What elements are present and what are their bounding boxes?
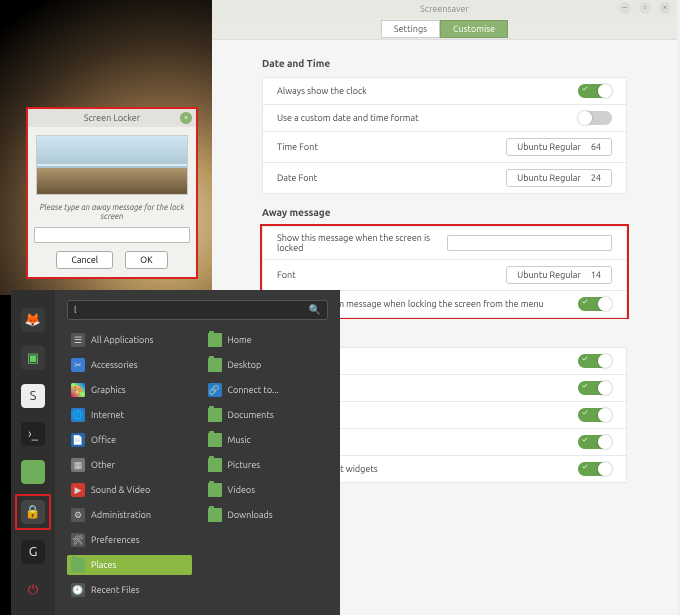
place-connect-to[interactable]: 🔗Connect to... [204,380,329,400]
switch-ask-custom[interactable] [578,297,612,311]
locker-cancel-button[interactable]: Cancel [56,251,113,269]
launcher-terminal-icon[interactable]: ▣ [21,346,45,370]
row-date-font: Date Font Ubuntu Regular 24 [262,162,627,194]
section-date-time-heading: Date and Time [262,58,627,69]
category-other[interactable]: ▦Other [67,455,192,475]
place-home[interactable]: Home [204,330,329,350]
switch-extra-4[interactable] [578,435,612,449]
launcher-files-icon[interactable] [21,460,45,484]
locker-close-button[interactable]: × [180,112,192,124]
label-away-font: Font [277,270,506,280]
input-away-message[interactable] [447,235,612,251]
category-office[interactable]: 📄Office [67,430,192,450]
place-music[interactable]: Music [204,430,329,450]
locker-titlebar: Screen Locker × [28,109,196,127]
launcher-lock-highlight: 🔒 [15,494,51,530]
switch-extra-3[interactable] [578,408,612,422]
category-graphics[interactable]: 🎨Graphics [67,380,192,400]
label-show-clock: Always show the clock [277,86,578,96]
button-away-font[interactable]: Ubuntu Regular 14 [506,266,612,284]
row-time-font: Time Font Ubuntu Regular 64 [262,131,627,163]
locker-title-text: Screen Locker [84,113,140,123]
folder-icon [71,558,85,572]
window-titlebar: Screensaver – ▫ × [212,0,677,18]
button-time-font[interactable]: Ubuntu Regular 64 [506,138,612,156]
maximize-button[interactable]: ▫ [639,2,651,14]
locker-message-input[interactable] [34,227,190,243]
folder-icon [208,433,222,447]
screen-locker-dialog: Screen Locker × Please type an away mess… [26,107,198,279]
row-away-font: Font Ubuntu Regular 14 [262,259,627,291]
switch-extra-1[interactable] [578,354,612,368]
category-preferences[interactable]: 🛠Preferences [67,530,192,550]
launcher-power-icon[interactable]: ⏻ [21,578,45,602]
row-custom-format: Use a custom date and time format [262,104,627,132]
folder-icon [208,333,222,347]
folder-icon [208,408,222,422]
tab-bar: Settings Customise [212,18,677,40]
place-downloads[interactable]: Downloads [204,505,329,525]
category-sound-video[interactable]: ▶Sound & Video [67,480,192,500]
tab-customise[interactable]: Customise [440,20,508,38]
category-accessories[interactable]: ✂Accessories [67,355,192,375]
place-pictures[interactable]: Pictures [204,455,329,475]
launcher-software-icon[interactable]: S [21,384,45,408]
locker-ok-button[interactable]: OK [125,251,167,269]
label-show-when-locked: Show this message when the screen is loc… [277,233,447,253]
launcher-logout-icon[interactable]: G [21,540,45,564]
switch-extra-5[interactable] [578,462,612,476]
category-places[interactable]: Places [67,555,192,575]
label-date-font: Date Font [277,173,506,183]
close-button[interactable]: × [659,2,671,14]
folder-icon [208,458,222,472]
category-administration[interactable]: ⚙Administration [67,505,192,525]
category-recent-files[interactable]: 🕘Recent Files [67,580,192,600]
window-title: Screensaver [420,4,469,14]
minimize-button[interactable]: – [619,2,631,14]
launcher-lock-icon[interactable]: 🔒 [21,500,45,524]
category-internet[interactable]: 🌐Internet [67,405,192,425]
menu-categories-column: ☰All Applications ✂Accessories 🎨Graphics… [67,330,192,600]
locker-prompt: Please type an away message for the lock… [28,199,196,225]
launcher-firefox-icon[interactable]: 🦊 [21,308,45,332]
category-all-applications[interactable]: ☰All Applications [67,330,192,350]
folder-icon [208,483,222,497]
menu-search-field[interactable]: 🔍 [67,300,328,320]
row-show-when-locked: Show this message when the screen is loc… [262,226,627,260]
folder-icon [208,358,222,372]
launcher-panel: 🦊 ▣ S ›_ 🔒 G ⏻ [11,290,55,615]
menu-places-column: Home Desktop 🔗Connect to... Documents Mu… [204,330,329,600]
switch-show-clock[interactable] [578,84,612,98]
place-desktop[interactable]: Desktop [204,355,329,375]
label-custom-format: Use a custom date and time format [277,113,578,123]
search-icon: 🔍 [309,304,321,316]
locker-preview-image [36,135,188,195]
menu-search-input[interactable] [74,305,309,315]
launcher-console-icon[interactable]: ›_ [21,422,45,446]
folder-icon [208,508,222,522]
place-videos[interactable]: Videos [204,480,329,500]
row-show-clock: Always show the clock [262,77,627,105]
place-documents[interactable]: Documents [204,405,329,425]
button-date-font[interactable]: Ubuntu Regular 24 [506,169,612,187]
switch-custom-format[interactable] [578,111,612,125]
label-time-font: Time Font [277,142,506,152]
application-menu: 🔍 ☰All Applications ✂Accessories 🎨Graphi… [55,290,340,615]
tab-settings[interactable]: Settings [381,20,440,38]
section-away-heading: Away message [262,207,627,218]
switch-extra-2[interactable] [578,381,612,395]
